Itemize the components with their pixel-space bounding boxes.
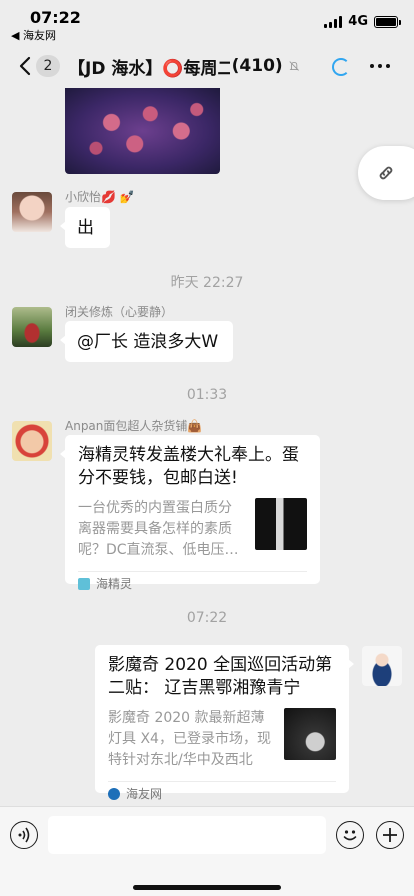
unread-count-badge[interactable]: 2 [36,55,60,77]
link-icon [379,166,393,180]
status-indicators: 4G [324,14,401,29]
message-input[interactable] [48,816,326,854]
time-divider: 昨天 22:27 [170,275,244,291]
signal-icon [324,15,343,28]
chat-title-text: 【JD 海水】⭕每周二… [68,58,230,79]
card-source: 海精灵 [78,571,307,595]
message-bubble[interactable]: @厂长 造浪多大W [60,321,233,362]
card-source-name: 海精灵 [96,577,133,591]
card-thumbnail [284,708,336,760]
avatar[interactable] [12,192,52,232]
home-indicator[interactable] [133,885,281,890]
voice-icon [18,827,30,843]
card-thumbnail [255,498,307,550]
message-bubble[interactable]: 出 [60,207,110,248]
status-back-to-app[interactable]: ◀ 海友网 [11,27,56,43]
sender-name: 闭关修炼（心要静） [65,305,174,319]
time-divider: 07:22 [186,610,228,626]
coral-photo-message[interactable] [65,88,220,174]
member-count: (410) [231,56,283,76]
card-source: 海友网 [108,781,336,805]
link-card[interactable]: 影魔奇 2020 全国巡回活动第二贴： 辽吉黑鄂湘豫青宁 影魔奇 2020 款最… [95,645,354,801]
more-actions-button[interactable] [376,821,404,849]
sender-name: 小欣怡💋 💅 [65,190,135,204]
network-label: 4G [348,14,368,29]
status-time: 07:22 [30,8,81,27]
card-description: 一台优秀的内置蛋白质分离器需要具备怎样的素质呢？DC直流泵、低电压… [78,500,239,558]
battery-icon [374,15,401,28]
loading-spinner-icon [332,58,350,76]
hai-jingling-logo-icon [78,577,90,590]
chat-title[interactable]: 【JD 海水】⭕每周二… (410) [68,55,300,79]
card-title: 影魔奇 2020 全国巡回活动第二贴： 辽吉黑鄂湘豫青宁 [108,655,333,698]
time-divider: 01:33 [186,387,228,403]
avatar[interactable] [12,307,52,347]
more-options-icon[interactable] [370,64,390,68]
card-title: 海精灵转发盖楼大礼奉上。蛋分不要钱，包邮白送! [78,445,299,488]
chat-messages[interactable]: 小欣怡💋 💅 出 昨天 22:27 闭关修炼（心要静） @厂长 造浪多大W 01… [0,88,414,806]
card-description: 影魔奇 2020 款最新超薄灯具 X4，已登录市场，现特针对东北/华中及西北部… [108,710,271,768]
floating-link-button[interactable] [358,146,414,200]
avatar[interactable] [12,421,52,461]
emoji-icon [343,830,357,841]
status-bar: 07:22 ◀ 海友网 4G [0,0,414,44]
emoji-button[interactable] [336,821,364,849]
plus-icon [383,828,397,842]
sender-name: Anpan面包超人杂货铺👜 [65,419,203,433]
my-avatar[interactable] [362,646,402,686]
haiyouwang-logo-icon [108,787,120,800]
voice-input-button[interactable] [10,821,38,849]
back-chevron-icon[interactable] [14,54,38,78]
chat-header: 2 【JD 海水】⭕每周二… (410) [0,44,414,88]
link-card[interactable]: 海精灵转发盖楼大礼奉上。蛋分不要钱，包邮白送! 一台优秀的内置蛋白质分离器需要具… [60,435,320,591]
mute-bell-icon [289,61,299,71]
message-input-bar [0,806,414,896]
card-source-name: 海友网 [126,787,163,801]
